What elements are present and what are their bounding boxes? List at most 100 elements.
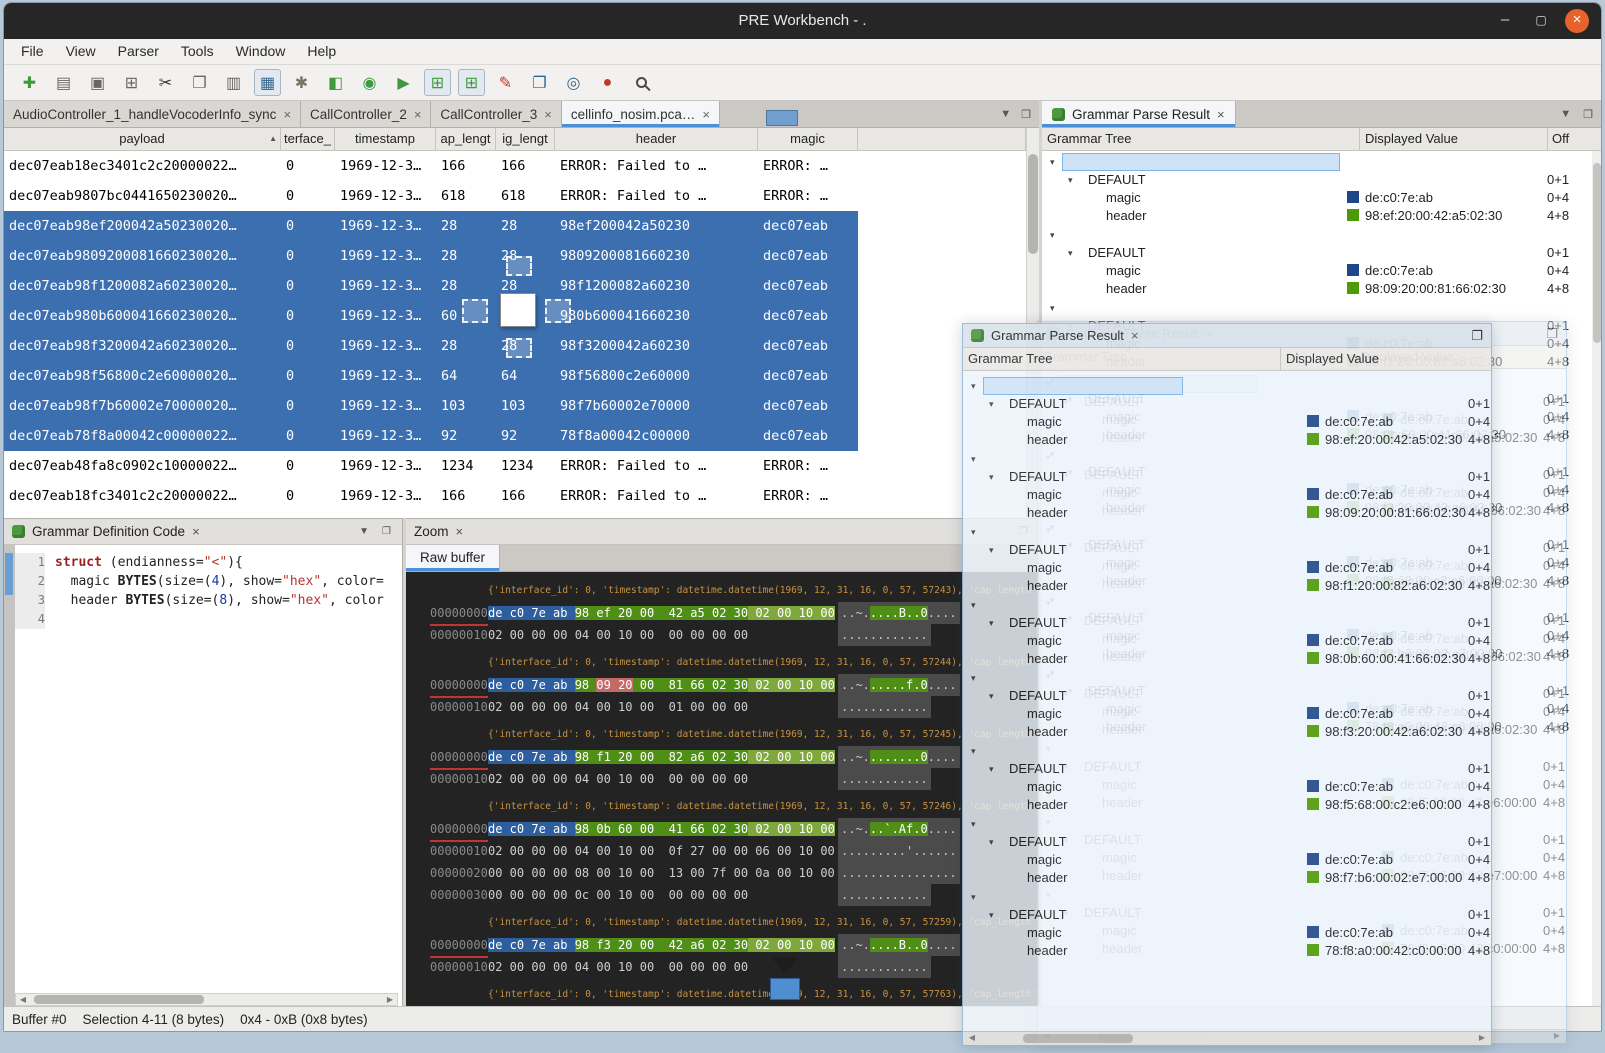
menu-window[interactable]: Window <box>225 39 297 64</box>
code-overview-strip[interactable] <box>4 545 15 1008</box>
expander-icon[interactable]: ▾ <box>971 669 976 687</box>
tree-row-struct[interactable]: ▾DEFAULT0+1 <box>1042 171 1602 189</box>
column-header-terface_[interactable]: terface_ <box>281 128 335 150</box>
tree-row-packet[interactable]: ▾ <box>963 596 1491 614</box>
table-row[interactable]: dec07eab98ef200042a50230020…01969-12-3…2… <box>4 211 858 241</box>
menu-parser[interactable]: Parser <box>107 39 170 64</box>
code-editor[interactable]: 1struct (endianness="<"){2 magic BYTES(s… <box>15 553 402 992</box>
table-row[interactable]: dec07eab98f1200082a60230020…01969-12-3…2… <box>4 271 858 301</box>
hex-line[interactable]: 00000000de c0 7e ab 98 ef 20 00 42 a5 02… <box>406 602 1039 624</box>
code-hscrollbar[interactable]: ◀ ▶ <box>15 993 398 1006</box>
parse-tree[interactable]: ▾▾DEFAULT0+1magicde:c0:7e:ab0+4header98:… <box>963 371 1491 1031</box>
tree-row-header[interactable]: header98:0b:60:00:41:66:02:304+8 <box>963 650 1491 668</box>
tab-list-dropdown-icon[interactable]: ▼ <box>1000 108 1011 120</box>
detach-panel-icon[interactable]: ❐ <box>1021 108 1031 121</box>
close-icon[interactable]: × <box>544 107 552 122</box>
tab-0[interactable]: AudioController_1_handleVocoderInfo_sync… <box>4 101 301 127</box>
expander-icon[interactable]: ▾ <box>1050 153 1055 171</box>
debug-grammar-button[interactable]: ◉ <box>356 69 383 96</box>
panel-menu-icon[interactable]: ▼ <box>356 526 372 537</box>
expander-icon[interactable]: ▾ <box>971 742 976 760</box>
tree-row-struct[interactable]: ▾DEFAULT0+1 <box>963 468 1491 486</box>
expander-icon[interactable]: ▾ <box>989 833 994 851</box>
menu-tools[interactable]: Tools <box>170 39 225 64</box>
tab-grammar-parse-result[interactable]: Grammar Parse Result × <box>1042 101 1236 127</box>
expander-icon[interactable]: ▾ <box>989 906 994 924</box>
tree-row-header[interactable]: header98:ef:20:00:42:a5:02:304+8 <box>1042 207 1602 225</box>
table-row[interactable]: dec07eab18ec3401c2c20000022…01969-12-3…1… <box>4 151 858 181</box>
column-header-timestamp[interactable]: timestamp <box>335 128 436 150</box>
expander-icon[interactable]: ▾ <box>971 377 976 395</box>
expander-icon[interactable]: ▾ <box>971 596 976 614</box>
expander-icon[interactable]: ▾ <box>989 468 994 486</box>
hex-line[interactable]: 0000001002 00 00 00 04 00 10 00 01 00 00… <box>406 696 1039 718</box>
menu-file[interactable]: File <box>10 39 55 64</box>
tree-row-packet[interactable]: ▾ <box>963 669 1491 687</box>
column-header-0[interactable]: Grammar Tree <box>1047 128 1132 150</box>
tree-row-magic[interactable]: magicde:c0:7e:ab0+4 <box>963 705 1491 723</box>
scroll-right-icon[interactable]: ▶ <box>1550 1031 1564 1040</box>
tree-row-struct[interactable]: ▾DEFAULT0+1 <box>963 760 1491 778</box>
save-all-button[interactable]: ⊞ <box>118 69 145 96</box>
hex-line[interactable]: 0000003000 00 00 00 0c 00 10 00 00 00 00… <box>406 884 1039 906</box>
close-icon[interactable]: × <box>456 524 464 539</box>
inspector-button[interactable]: ◎ <box>560 69 587 96</box>
tree-row-magic[interactable]: magicde:c0:7e:ab0+4 <box>963 559 1491 577</box>
hex-line[interactable]: 00000000de c0 7e ab 98 f3 20 00 42 a6 02… <box>406 934 1039 956</box>
tree-row-magic[interactable]: magicde:c0:7e:ab0+4 <box>963 486 1491 504</box>
hex-line[interactable]: 0000002000 00 00 00 08 00 10 00 13 00 7f… <box>406 862 1039 884</box>
table-row[interactable]: dec07eab9807bc0441650230020…01969-12-3…6… <box>4 181 858 211</box>
tree-row-magic[interactable]: magicde:c0:7e:ab0+4 <box>963 778 1491 796</box>
tree-row-packet[interactable]: ▾ <box>1042 153 1602 171</box>
hex-line[interactable]: 00000000de c0 7e ab 98 0b 60 00 41 66 02… <box>406 818 1039 840</box>
expander-icon[interactable]: ▾ <box>989 395 994 413</box>
tree-row-struct[interactable]: ▾DEFAULT0+1 <box>963 541 1491 559</box>
parse-buffer-button[interactable]: ⊞ <box>424 69 451 96</box>
detach-panel-icon[interactable]: ❐ <box>1546 326 1558 342</box>
grammar-parse-result-floating-window[interactable]: Grammar Parse Result×❐Grammar TreeDispla… <box>962 323 1492 1046</box>
hex-line[interactable]: 00000000de c0 7e ab 98 f1 20 00 82 a6 02… <box>406 746 1039 768</box>
table-row[interactable]: dec07eab18fc3401c2c20000022…01969-12-3…1… <box>4 481 858 511</box>
tree-row-header[interactable]: header98:09:20:00:81:66:02:304+8 <box>1042 280 1602 298</box>
tree-row-magic[interactable]: magicde:c0:7e:ab0+4 <box>963 413 1491 431</box>
hex-line[interactable]: 0000001002 00 00 00 04 00 10 00 00 00 00… <box>406 956 1039 978</box>
tree-row-header[interactable]: header98:f7:b6:00:02:e7:00:004+8 <box>963 869 1491 887</box>
zoom-titlebar[interactable]: Zoom × ❐ <box>406 519 1039 545</box>
column-header-magic[interactable]: magic <box>758 128 858 150</box>
tree-row-packet[interactable]: ▾ <box>1042 226 1602 244</box>
hex-line[interactable]: 0000001002 00 00 00 04 00 10 00 0f 27 00… <box>406 840 1039 862</box>
column-header-2[interactable]: Off <box>1547 128 1569 150</box>
parse-all-button[interactable]: ⊞ <box>458 69 485 96</box>
table-row[interactable]: dec07eab980b600041660230020…01969-12-3…6… <box>4 301 858 331</box>
tree-row-packet[interactable]: ▾ <box>963 523 1491 541</box>
menu-help[interactable]: Help <box>296 39 347 64</box>
grammar-definition-titlebar[interactable]: Grammar Definition Code × ▼ ❐ <box>4 519 402 545</box>
scroll-right-icon[interactable]: ▶ <box>1475 1033 1489 1042</box>
expander-icon[interactable]: ▾ <box>971 450 976 468</box>
paste-button[interactable]: ▤ <box>50 69 77 96</box>
table-row[interactable]: dec07eab98f7b60002e70000020…01969-12-3…1… <box>4 391 858 421</box>
annotate-button[interactable]: ✎ <box>492 69 519 96</box>
minimize-button[interactable]: – <box>1493 9 1517 33</box>
hex-dump-view[interactable]: {'interface_id': 0, 'timestamp': datetim… <box>406 572 1039 1008</box>
scrollbar-thumb[interactable] <box>34 995 204 1004</box>
tree-row-packet[interactable]: ▾ <box>1042 299 1602 317</box>
detach-panel-icon[interactable]: ❐ <box>1583 108 1593 121</box>
tree-row-struct[interactable]: ▾DEFAULT0+1 <box>963 906 1491 924</box>
column-header-0[interactable]: Grammar Tree <box>968 348 1053 370</box>
tree-row-header[interactable]: header98:f3:20:00:42:a6:02:304+8 <box>963 723 1491 741</box>
table-row[interactable]: dec07eab48fa8c0902c10000022…01969-12-3…1… <box>4 451 858 481</box>
tree-row-header[interactable]: header78:f8:a0:00:42:c0:00:004+8 <box>963 942 1491 960</box>
expander-icon[interactable]: ▾ <box>1050 226 1055 244</box>
floating-hscrollbar[interactable]: ◀▶ <box>963 1031 1491 1045</box>
panel-menu-icon[interactable]: ▼ <box>1560 108 1571 120</box>
titlebar[interactable]: PRE Workbench - . – ▢ × <box>4 3 1601 39</box>
tree-row-magic[interactable]: magicde:c0:7e:ab0+4 <box>963 851 1491 869</box>
tree-row-magic[interactable]: magicde:c0:7e:ab0+4 <box>963 632 1491 650</box>
tab-1[interactable]: CallController_2× <box>301 101 431 127</box>
tree-row-header[interactable]: header98:ef:20:00:42:a5:02:304+8 <box>963 431 1491 449</box>
close-icon[interactable]: × <box>192 524 200 539</box>
column-header-payload[interactable]: payload▲ <box>4 128 281 150</box>
scrollbar-thumb[interactable] <box>1023 1034 1133 1043</box>
save-button[interactable]: ▣ <box>84 69 111 96</box>
